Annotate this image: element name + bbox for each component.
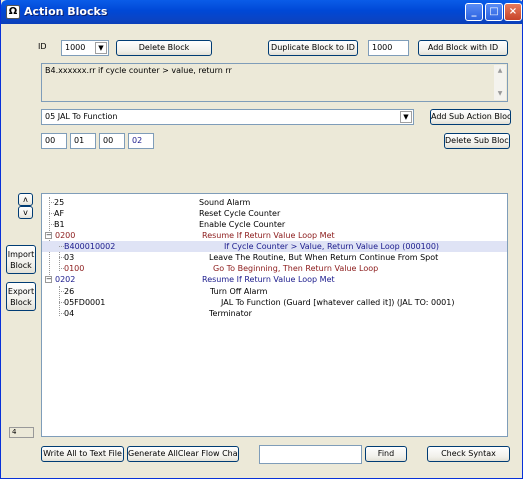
chevron-down-icon[interactable]: ▼ (95, 42, 107, 54)
arrow-up-icon: ʌ (23, 195, 28, 204)
tree-row-code: 0100 (64, 264, 85, 273)
minimize-icon: _ (471, 6, 477, 17)
tree-row-name: Resume If Return Value Loop Met (202, 275, 335, 284)
tree-row[interactable]: − 0200 Resume If Return Value Loop Met (42, 230, 507, 241)
add-block-button[interactable]: Add Block with ID (418, 40, 508, 56)
search-input[interactable] (259, 445, 362, 464)
tree-row[interactable]: 0100 Go To Beginning, Then Return Value … (42, 263, 507, 274)
chevron-down-icon[interactable]: ▼ (400, 111, 412, 123)
delete-block-button[interactable]: Delete Block (116, 40, 212, 56)
tree-row-name: Resume If Return Value Loop Met (202, 231, 335, 240)
close-icon: × (508, 6, 518, 17)
delete-sub-block-button[interactable]: Delete Sub Block (444, 133, 510, 149)
scroll-down-icon[interactable]: ▼ (495, 89, 505, 99)
export-block-button[interactable]: Export Block (6, 282, 36, 311)
title-bar[interactable]: Ω Action Blocks _ □ × (1, 0, 523, 24)
description-scrollbar[interactable]: ▲ ▼ (494, 65, 506, 100)
tree-row[interactable]: 26 Turn Off Alarm (42, 286, 507, 297)
scroll-up-icon[interactable]: ▲ (495, 66, 505, 76)
id-combobox[interactable]: 1000 ▼ (61, 40, 109, 56)
param-field-4[interactable]: 02 (128, 133, 154, 149)
tree-row-code: 0200 (55, 231, 76, 240)
import-block-button[interactable]: Import Block (6, 245, 36, 274)
tree-row-name: Sound Alarm (199, 198, 251, 207)
tree-row-code: 05FD0001 (64, 298, 106, 307)
generate-flow-charts-button[interactable]: Generate AllClear Flow Charts (127, 446, 239, 462)
tree-row-code: 26 (64, 287, 75, 296)
action-tree[interactable]: 25 Sound Alarm AF Reset Cycle Counter B1… (41, 193, 508, 437)
param-field-3[interactable]: 00 (99, 133, 125, 149)
export-label-line1: Export (7, 287, 35, 296)
id-label: ID (38, 42, 47, 51)
tree-row-name: Go To Beginning, Then Return Value Loop (213, 264, 379, 273)
move-down-button[interactable]: v (18, 206, 33, 219)
tree-row[interactable]: 03 Leave The Routine, But When Return Co… (42, 252, 507, 263)
check-syntax-button[interactable]: Check Syntax (427, 446, 510, 462)
duplicate-id-input[interactable]: 1000 (368, 40, 409, 56)
tree-row-code: B400010002 (64, 242, 116, 251)
block-description[interactable]: B4.xxxxxx.rr if cycle counter > value, r… (41, 63, 508, 102)
close-button[interactable]: × (504, 3, 522, 21)
sub-action-combobox-value: 05 JAL To Function (45, 112, 118, 121)
param-field-2[interactable]: 01 (70, 133, 96, 149)
window-title: Action Blocks (24, 5, 108, 18)
tree-row-code: 04 (64, 309, 75, 318)
id-combobox-value: 1000 (65, 43, 86, 52)
import-label-line2: Block (10, 261, 32, 270)
tree-row-code: AF (54, 209, 65, 218)
tree-row-name: If Cycle Counter > Value, Return Value L… (224, 242, 440, 251)
tree-row-name: Reset Cycle Counter (199, 209, 281, 218)
write-all-text-button[interactable]: Write All to Text File (41, 446, 124, 462)
tree-row-code: 03 (64, 253, 75, 262)
tree-row-code: 0202 (55, 275, 76, 284)
param-field-1[interactable]: 00 (41, 133, 67, 149)
collapse-icon[interactable]: − (45, 276, 52, 283)
tree-row[interactable]: 04 Terminator (42, 308, 507, 319)
add-sub-action-button[interactable]: Add Sub Action Block (430, 109, 511, 125)
tree-row[interactable]: − 0202 Resume If Return Value Loop Met (42, 274, 507, 285)
tree-row[interactable]: 05FD0001 JAL To Function (Guard [whateve… (42, 297, 507, 308)
duplicate-block-button[interactable]: Duplicate Block to ID (268, 40, 358, 56)
sub-action-combobox[interactable]: 05 JAL To Function ▼ (41, 109, 414, 125)
tree-row-name: Enable Cycle Counter (199, 220, 286, 229)
tree-row-name: Terminator (209, 309, 252, 318)
app-omega-icon[interactable]: Ω (6, 5, 20, 19)
status-count: 4 (9, 427, 34, 438)
maximize-icon: □ (489, 6, 499, 17)
tree-row[interactable]: AF Reset Cycle Counter (42, 208, 507, 219)
tree-row-name: Turn Off Alarm (210, 287, 268, 296)
import-label-line1: Import (7, 250, 35, 259)
tree-row-selected[interactable]: B400010002 If Cycle Counter > Value, Ret… (42, 241, 507, 252)
collapse-icon[interactable]: − (45, 232, 52, 239)
tree-row-name: JAL To Function (Guard [whatever called … (221, 298, 455, 307)
block-description-text: B4.xxxxxx.rr if cycle counter > value, r… (45, 66, 232, 75)
arrow-down-icon: v (23, 208, 28, 217)
tree-row-code: B1 (54, 220, 65, 229)
export-label-line2: Block (10, 298, 32, 307)
minimize-button[interactable]: _ (465, 3, 483, 21)
move-up-button[interactable]: ʌ (18, 193, 33, 206)
tree-row[interactable]: 25 Sound Alarm (42, 197, 507, 208)
tree-row-code: 25 (54, 198, 65, 207)
maximize-button[interactable]: □ (485, 3, 503, 21)
action-blocks-window: Ω Action Blocks _ □ × ID 1000 ▼ Delete B… (0, 0, 523, 479)
tree-row-name: Leave The Routine, But When Return Conti… (209, 253, 439, 262)
tree-row[interactable]: B1 Enable Cycle Counter (42, 219, 507, 230)
find-button[interactable]: Find (365, 446, 407, 462)
